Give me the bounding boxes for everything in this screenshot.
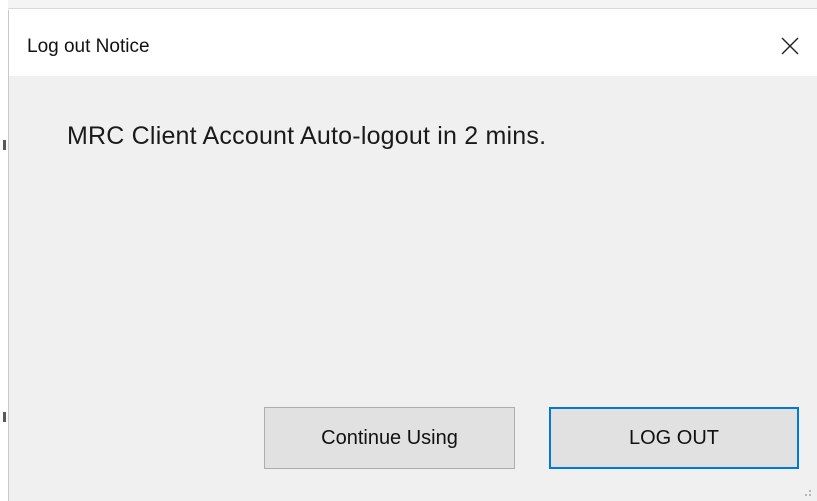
close-icon: [781, 37, 799, 55]
log-out-button[interactable]: LOG OUT: [549, 407, 799, 469]
close-button[interactable]: [768, 24, 812, 68]
edge-mark: [3, 412, 6, 422]
background-window-edge: [0, 0, 8, 501]
logout-message: MRC Client Account Auto-logout in 2 mins…: [67, 122, 547, 150]
resize-grip-icon[interactable]: [800, 485, 812, 497]
log-out-label: LOG OUT: [628, 426, 719, 449]
logout-notice-dialog: Log out Notice MRC Client Account Auto-l…: [8, 10, 817, 501]
continue-using-label: Continue Using: [321, 426, 458, 449]
dialog-titlebar[interactable]: Log out Notice: [9, 10, 817, 76]
background-window-strip: [0, 0, 817, 9]
screen: Log out Notice MRC Client Account Auto-l…: [0, 0, 817, 501]
edge-mark: [3, 140, 6, 150]
dialog-title: Log out Notice: [27, 36, 150, 57]
continue-using-button[interactable]: Continue Using: [264, 407, 515, 469]
